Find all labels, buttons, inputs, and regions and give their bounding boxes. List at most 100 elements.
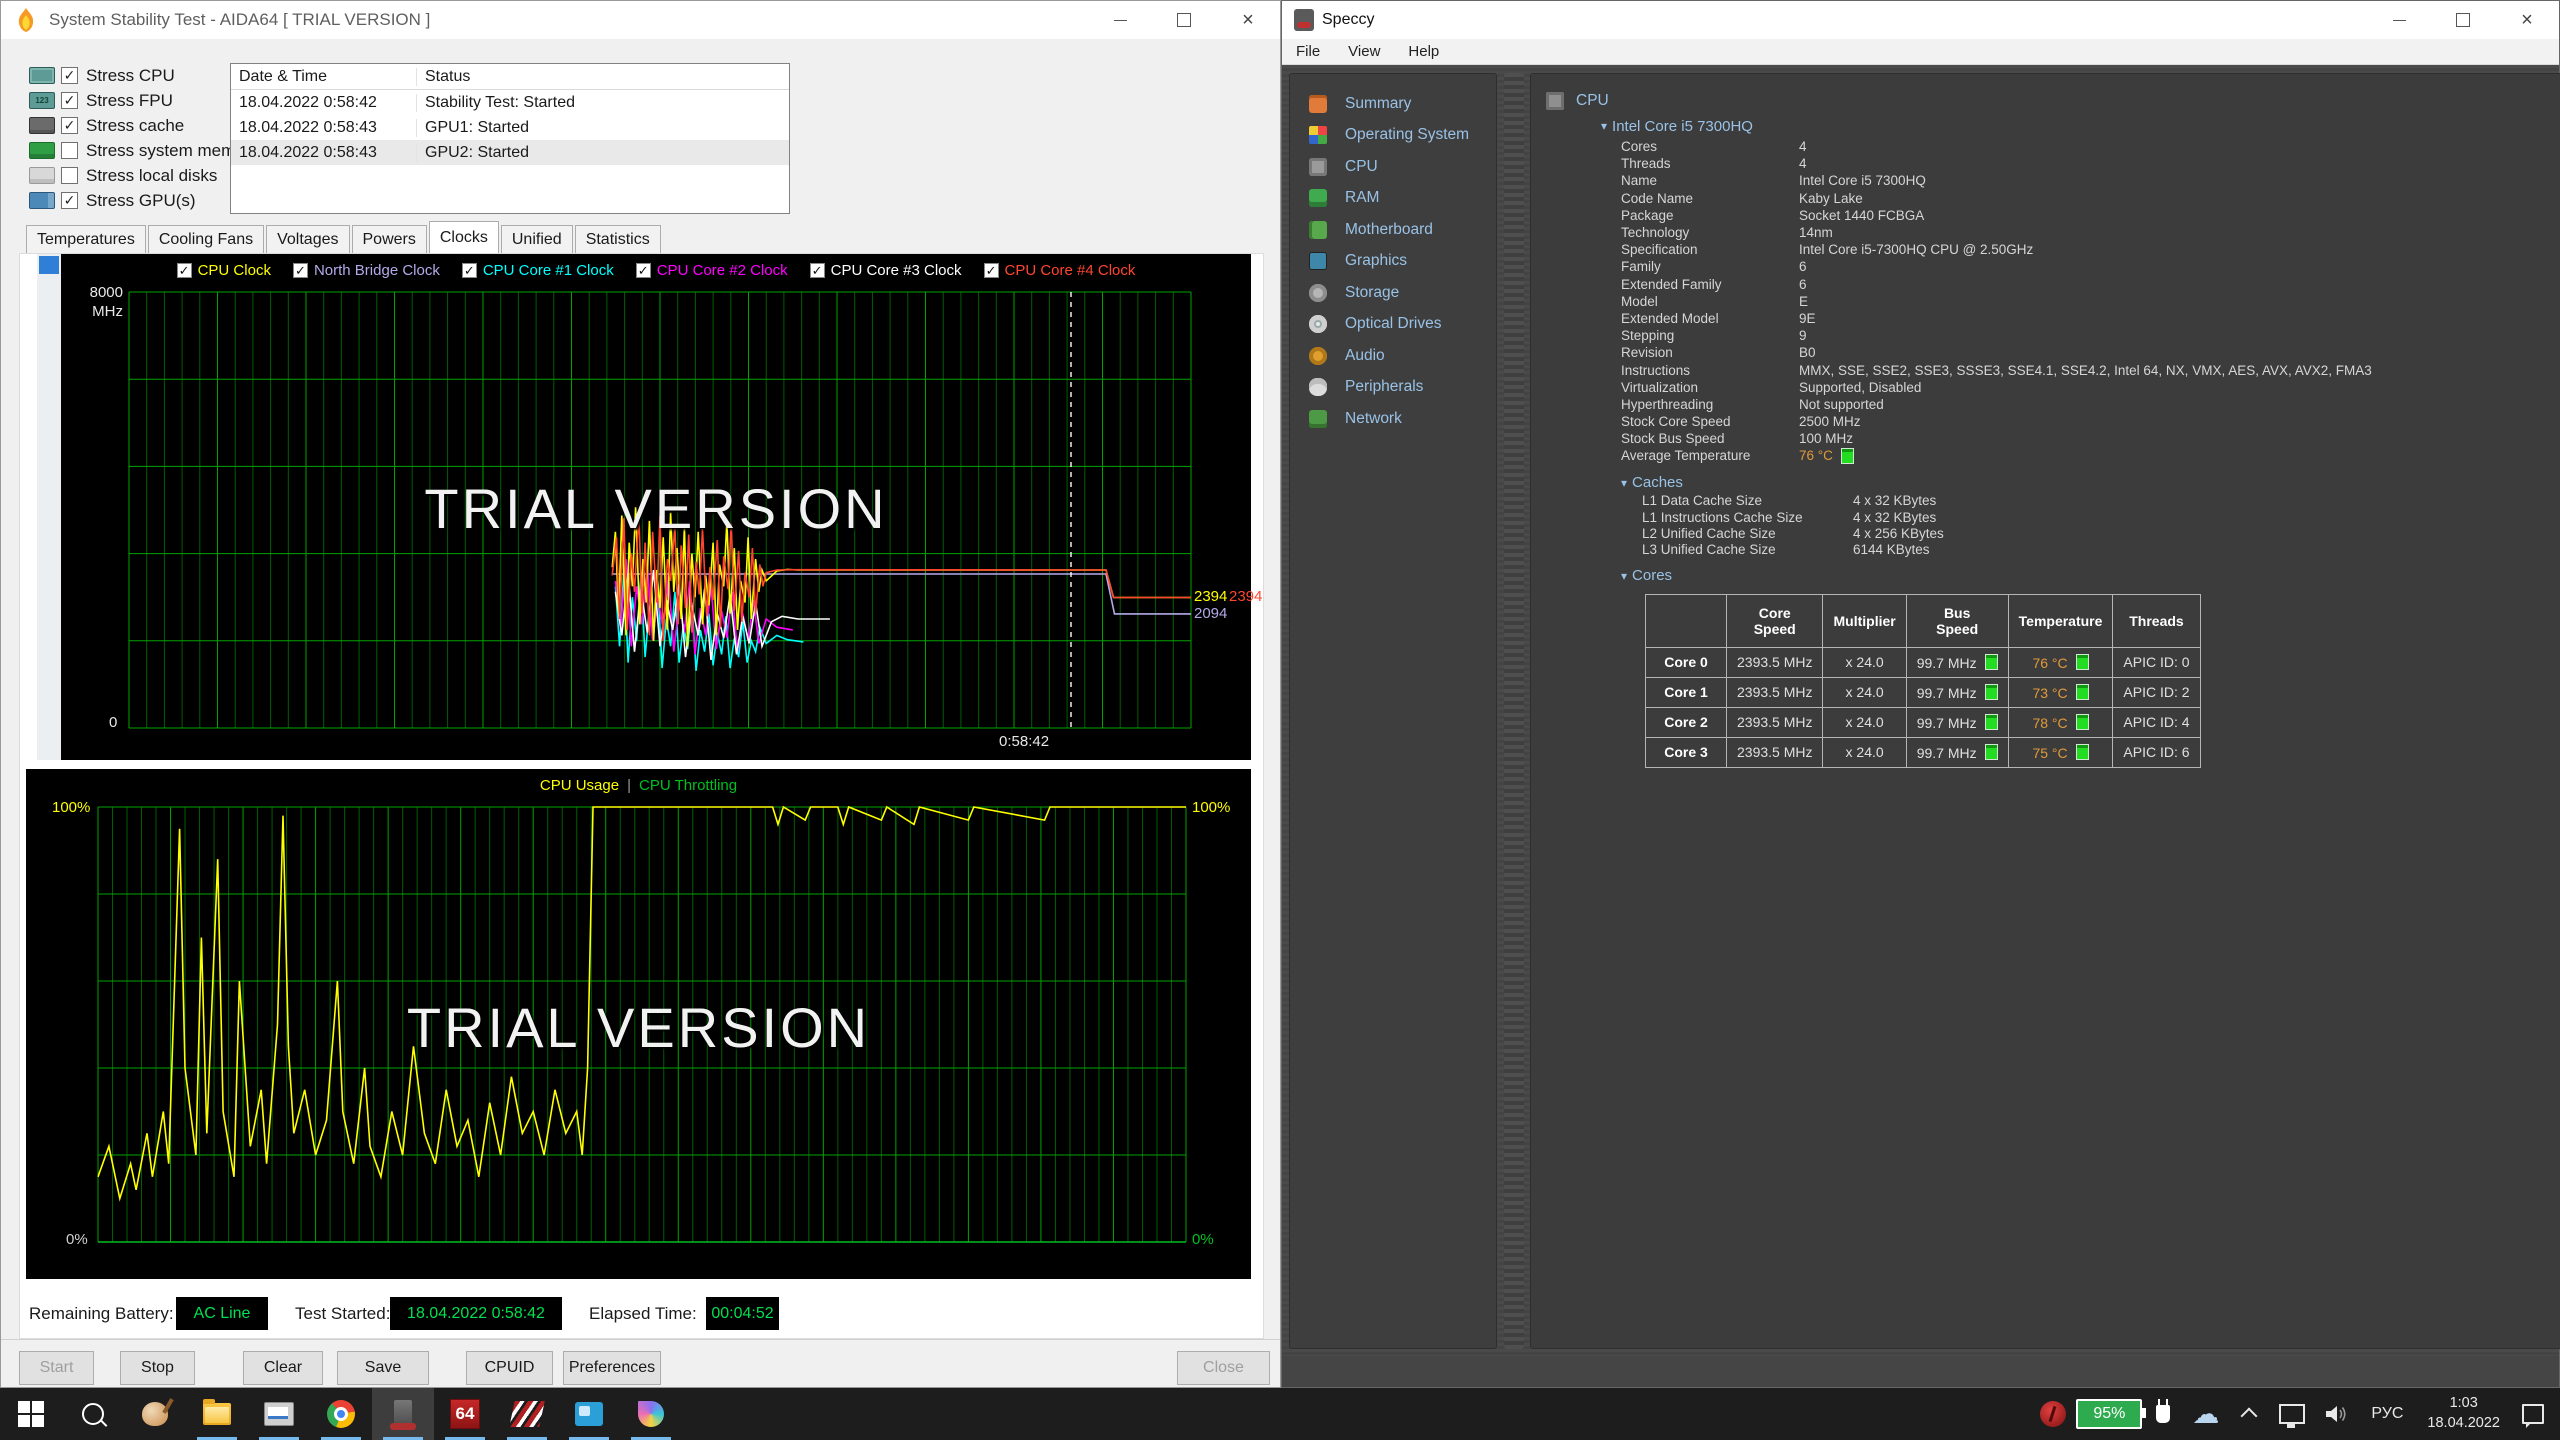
property-value: 9 bbox=[1799, 328, 1807, 344]
menu-file[interactable]: File bbox=[1282, 43, 1334, 60]
log-row[interactable]: 18.04.2022 0:58:42 Stability Test: Starte… bbox=[231, 90, 789, 115]
sidebar-item-motherboard[interactable]: Motherboard bbox=[1290, 214, 1496, 246]
sidebar-item-optical-drives[interactable]: Optical Drives bbox=[1290, 309, 1496, 341]
battery-indicator[interactable]: 95% bbox=[2076, 1399, 2147, 1429]
amd-tray-icon[interactable] bbox=[2040, 1401, 2067, 1427]
temperature-cell: 75 °C bbox=[2007, 736, 2114, 768]
scrollbar-thumb[interactable] bbox=[39, 256, 59, 274]
chart-vertical-scrollbar[interactable] bbox=[37, 254, 61, 760]
taskbar-item-file-explorer[interactable] bbox=[186, 1388, 248, 1440]
cpu-property-row: Package Socket 1440 FCBGA bbox=[1531, 207, 2560, 224]
cpu-chip-name-row[interactable]: ▾ Intel Core i5 7300HQ bbox=[1531, 114, 2560, 138]
notification-center-icon[interactable] bbox=[2522, 1404, 2544, 1428]
sidebar-item-graphics[interactable]: Graphics bbox=[1290, 246, 1496, 278]
sidebar-item-network[interactable]: Network bbox=[1290, 403, 1496, 435]
minimize-button[interactable] bbox=[1088, 1, 1152, 39]
legend-checkbox[interactable]: ✓ bbox=[461, 263, 477, 278]
close-button[interactable]: × bbox=[1216, 1, 1280, 39]
cpuid-button[interactable]: CPUID bbox=[466, 1351, 553, 1385]
taskbar-item-afterburner[interactable] bbox=[496, 1388, 558, 1440]
minimize-button[interactable] bbox=[2367, 1, 2431, 39]
caches-header-row[interactable]: ▾ Caches bbox=[1531, 473, 2560, 493]
sidebar-item-storage[interactable]: Storage bbox=[1290, 277, 1496, 309]
os-icon bbox=[1309, 126, 1327, 145]
sidebar-item-cpu[interactable]: CPU bbox=[1290, 151, 1496, 183]
start-button[interactable]: Start bbox=[19, 1351, 94, 1385]
core-name-cell: Core 2 bbox=[1645, 706, 1727, 738]
language-indicator[interactable]: РУС bbox=[2371, 1405, 2403, 1423]
tab-temperatures[interactable]: Temperatures bbox=[26, 225, 146, 254]
stress-checkbox[interactable] bbox=[61, 142, 78, 159]
network-icon[interactable] bbox=[2279, 1404, 2306, 1428]
avg-temp-row: Average Temperature 76 °C bbox=[1531, 447, 2560, 464]
close-icon: × bbox=[1242, 9, 1254, 31]
sidebar-item-audio[interactable]: Audio bbox=[1290, 340, 1496, 372]
tab-powers[interactable]: Powers bbox=[351, 225, 427, 254]
cores-table-header-row: Core Speed Multiplier Bus Speed Temperature… bbox=[1645, 593, 2201, 648]
cores-header-row[interactable]: ▾ Cores bbox=[1531, 566, 2560, 586]
stress-checkbox[interactable]: ✓ bbox=[61, 117, 78, 134]
property-value: 2500 MHz bbox=[1799, 414, 1861, 430]
tab-clocks[interactable]: Clocks bbox=[428, 221, 499, 254]
tab-cooling-fans[interactable]: Cooling Fans bbox=[147, 225, 265, 254]
stop-button[interactable]: Stop bbox=[120, 1351, 195, 1385]
speccy-window-title: Speccy bbox=[1322, 11, 1375, 28]
tab-unified[interactable]: Unified bbox=[500, 225, 573, 254]
property-value: 6144 KBytes bbox=[1853, 542, 1930, 558]
collapse-triangle-icon[interactable]: ▾ bbox=[1621, 476, 1627, 490]
speccy-titlebar[interactable]: Speccy × bbox=[1282, 1, 2559, 39]
optical-icon bbox=[1309, 315, 1327, 334]
stress-checkbox[interactable] bbox=[61, 167, 78, 184]
speaker-icon[interactable] bbox=[2325, 1404, 2349, 1424]
cores-table-row: Core 0 2393.5 MHz x 24.0 99.7 MHz 76 °C APIC … bbox=[1645, 646, 2201, 678]
maximize-button[interactable] bbox=[2431, 1, 2495, 39]
log-col-datetime[interactable]: Date & Time bbox=[231, 67, 417, 86]
log-row[interactable]: 18.04.2022 0:58:43 GPU2: Started bbox=[231, 140, 789, 165]
taskbar-item-aida64[interactable]: 64 bbox=[434, 1388, 496, 1440]
taskbar-clock[interactable]: 1:03 18.04.2022 bbox=[2427, 1394, 2500, 1433]
aida64-titlebar[interactable]: System Stability Test - AIDA64 [ TRIAL V… bbox=[1, 1, 1280, 39]
taskbar-item-start[interactable] bbox=[0, 1388, 62, 1440]
temperature-gauge-icon bbox=[2075, 713, 2089, 730]
clear-button[interactable]: Clear bbox=[243, 1351, 323, 1385]
log-row[interactable]: 18.04.2022 0:58:43 GPU1: Started bbox=[231, 115, 789, 140]
taskbar-item-paint-3d[interactable] bbox=[620, 1388, 682, 1440]
tab-statistics[interactable]: Statistics bbox=[574, 225, 661, 254]
maximize-icon bbox=[1177, 13, 1191, 27]
taskbar-item-chrome[interactable] bbox=[310, 1388, 372, 1440]
tab-voltages[interactable]: Voltages bbox=[266, 225, 350, 254]
legend-checkbox[interactable]: ✓ bbox=[809, 263, 825, 278]
tray-overflow-chevron-icon[interactable] bbox=[2240, 1407, 2258, 1425]
taskbar-item-task-manager[interactable] bbox=[248, 1388, 310, 1440]
preferences-button[interactable]: Preferences bbox=[563, 1351, 661, 1385]
menu-view[interactable]: View bbox=[1334, 43, 1394, 60]
taskbar-item-speccy[interactable] bbox=[372, 1388, 434, 1440]
close-button[interactable]: × bbox=[2495, 1, 2559, 39]
remaining-battery-label: Remaining Battery: bbox=[29, 1304, 174, 1323]
sidebar-item-summary[interactable]: Summary bbox=[1290, 88, 1496, 120]
log-col-status[interactable]: Status bbox=[417, 68, 789, 86]
sidebar-scroll-texture[interactable] bbox=[1504, 73, 1524, 1349]
sidebar-item-peripherals[interactable]: Peripherals bbox=[1290, 372, 1496, 404]
stress-option-label: Stress local disks bbox=[86, 165, 218, 185]
legend-checkbox[interactable]: ✓ bbox=[983, 263, 999, 278]
collapse-triangle-icon[interactable]: ▾ bbox=[1621, 569, 1627, 583]
clock-time: 1:03 bbox=[2449, 1395, 2478, 1412]
legend-checkbox[interactable]: ✓ bbox=[635, 263, 651, 278]
collapse-triangle-icon[interactable]: ▾ bbox=[1601, 119, 1607, 133]
maximize-button[interactable] bbox=[1152, 1, 1216, 39]
stress-checkbox[interactable]: ✓ bbox=[61, 92, 78, 109]
weather-cloud-icon[interactable]: ☁ bbox=[2192, 1400, 2219, 1428]
close-dialog-button[interactable]: Close bbox=[1177, 1351, 1270, 1385]
taskbar-item-search[interactable] bbox=[62, 1388, 124, 1440]
taskbar-item-paint[interactable] bbox=[124, 1388, 186, 1440]
legend-checkbox[interactable]: ✓ bbox=[292, 263, 308, 278]
save-button[interactable]: Save bbox=[337, 1351, 429, 1385]
taskbar-item-photos[interactable] bbox=[558, 1388, 620, 1440]
sidebar-item-ram[interactable]: RAM bbox=[1290, 183, 1496, 215]
sidebar-item-operating-system[interactable]: Operating System bbox=[1290, 120, 1496, 152]
stress-checkbox[interactable]: ✓ bbox=[61, 192, 78, 209]
legend-checkbox[interactable]: ✓ bbox=[176, 263, 192, 278]
stress-checkbox[interactable]: ✓ bbox=[61, 67, 78, 84]
menu-help[interactable]: Help bbox=[1394, 43, 1453, 60]
